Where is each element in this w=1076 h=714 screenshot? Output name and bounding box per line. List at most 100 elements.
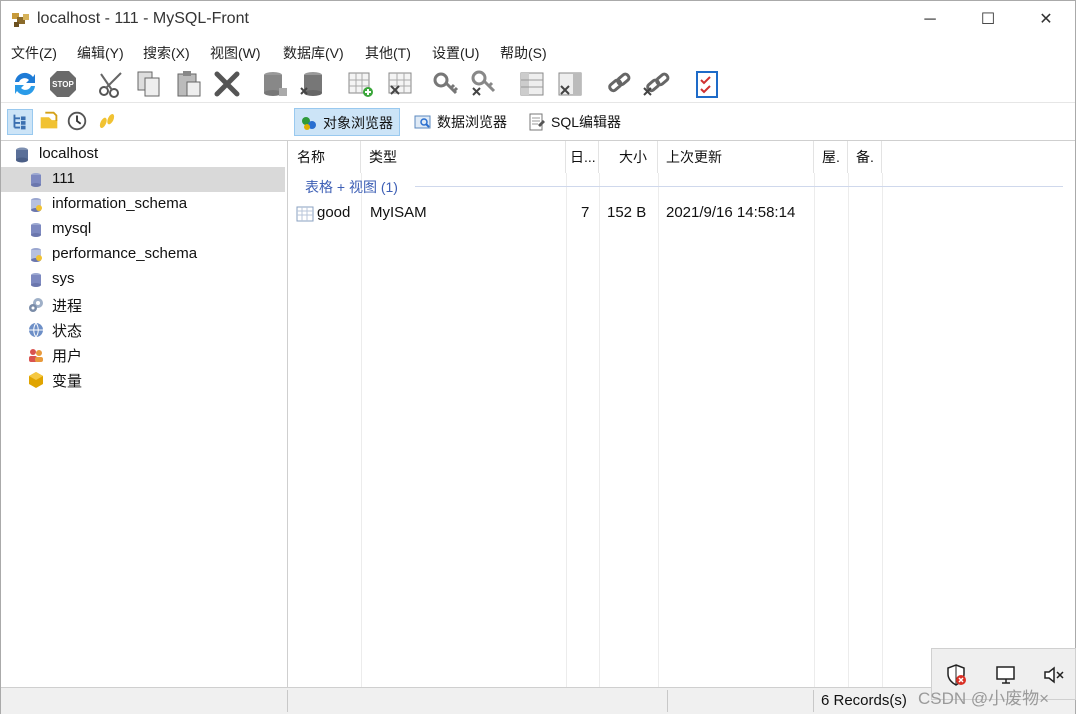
server-icon (16, 147, 28, 163)
menu-search[interactable]: 搜索(X) (143, 43, 190, 63)
column-divider (566, 173, 567, 687)
favorites-icon[interactable] (37, 109, 63, 135)
tree-view-toggle-icon[interactable] (7, 109, 33, 135)
csdn-watermark: CSDN @小废物× (918, 689, 1050, 708)
tree-item-processes[interactable]: 进程 (1, 292, 285, 317)
menu-help[interactable]: 帮助(S) (500, 43, 547, 63)
tree-item-111[interactable]: 111 (1, 167, 285, 192)
group-header[interactable]: 表格 + 视图 (1) (305, 177, 398, 197)
menu-other[interactable]: 其他(T) (365, 43, 411, 63)
column-divider (658, 173, 659, 687)
link-drop-icon[interactable] (641, 68, 673, 100)
window-title: localhost - 111 - MySQL-Front (37, 10, 249, 27)
tab-sql-editor-label: SQL编辑器 (551, 114, 622, 130)
status-bar: 6 Records(s) (1, 687, 1075, 714)
database-icon (31, 273, 41, 287)
table-drop-icon[interactable] (385, 68, 417, 100)
table-add-icon[interactable] (345, 68, 377, 100)
cut-icon[interactable] (95, 68, 127, 100)
database-add-icon[interactable] (259, 68, 291, 100)
field-drop-icon[interactable] (555, 68, 587, 100)
cell-records: 7 (581, 204, 590, 221)
variables-icon (29, 372, 43, 388)
cell-updated: 2021/9/16 14:58:14 (666, 204, 796, 221)
key-add-icon[interactable] (431, 68, 463, 100)
object-list: 名称 类型 日... 大小 上次更新 屋. 备. 表格 + 视图 (1) goo… (289, 141, 1075, 687)
copy-icon[interactable] (133, 68, 165, 100)
records-count: 6 Records(s) (821, 692, 907, 709)
refresh-icon[interactable] (9, 68, 41, 100)
status-separator (287, 690, 288, 712)
database-tree: localhost 111 information_schema mysql p… (1, 141, 288, 687)
menu-settings[interactable]: 设置(U) (432, 43, 479, 63)
menu-file[interactable]: 文件(Z) (11, 43, 57, 63)
column-header-records[interactable]: 日... (566, 141, 599, 173)
menu-view[interactable]: 视图(W) (210, 43, 261, 63)
cell-name: good (317, 204, 351, 221)
tree-item-variables[interactable]: 变量 (1, 367, 285, 392)
database-icon (31, 223, 41, 237)
mysql-front-app-icon (12, 13, 29, 27)
column-divider (599, 173, 600, 687)
cell-size: 152 B (607, 204, 647, 221)
sql-editor-icon (529, 113, 545, 131)
tree-item-localhost[interactable]: localhost (1, 142, 285, 167)
column-header-name[interactable]: 名称 (289, 141, 361, 173)
tree-item-status[interactable]: 状态 (1, 317, 285, 342)
menu-edit[interactable]: 编辑(Y) (77, 43, 124, 63)
column-header-comment[interactable]: 备. (848, 141, 882, 173)
history-icon[interactable] (65, 109, 91, 135)
menu-database[interactable]: 数据库(V) (283, 43, 344, 63)
svg-text:STOP: STOP (52, 80, 74, 89)
delete-icon[interactable] (211, 68, 243, 100)
main-window: localhost - 111 - MySQL-Front ─ ☐ ✕ 文件(Z… (0, 0, 1076, 714)
tree-item-performance-schema[interactable]: performance_schema (1, 242, 285, 267)
column-divider (361, 173, 362, 687)
tree-item-information-schema[interactable]: information_schema (1, 192, 285, 217)
tree-item-users[interactable]: 用户 (1, 342, 285, 367)
link-add-icon[interactable] (603, 68, 635, 100)
data-browser-icon (414, 115, 431, 129)
status-separator (813, 690, 814, 712)
tree-item-label: sys (52, 270, 75, 287)
close-button[interactable]: ✕ (1017, 1, 1075, 39)
tree-item-label: 111 (52, 170, 75, 187)
column-header-size[interactable]: 大小 (599, 141, 658, 173)
tab-data-browser-label: 数据浏览器 (437, 114, 507, 130)
column-divider (814, 173, 815, 687)
tree-item-label: information_schema (52, 195, 188, 212)
database-drop-icon[interactable] (297, 68, 329, 100)
tree-item-label: 变量 (52, 373, 83, 390)
column-header-updated[interactable]: 上次更新 (658, 141, 814, 173)
tree-item-mysql[interactable]: mysql (1, 217, 285, 242)
tab-sql-editor[interactable]: SQL编辑器 (523, 108, 627, 136)
group-divider (415, 186, 1063, 187)
title-bar: localhost - 111 - MySQL-Front ─ ☐ ✕ (1, 1, 1075, 39)
processes-icon (29, 298, 43, 312)
key-drop-icon[interactable] (469, 68, 501, 100)
tree-item-label: performance_schema (52, 245, 198, 262)
tree-item-label: 用户 (52, 348, 83, 365)
table-icon (296, 206, 314, 222)
bookmarks-icon[interactable] (95, 109, 121, 135)
paste-icon[interactable] (173, 68, 205, 100)
column-header-attributes[interactable]: 屋. (814, 141, 848, 173)
column-divider (848, 173, 849, 687)
tree-item-label: 进程 (52, 298, 83, 315)
stop-icon[interactable]: STOP (47, 68, 79, 100)
cell-type: MyISAM (370, 204, 427, 221)
tree-item-sys[interactable]: sys (1, 267, 285, 292)
maximize-button[interactable]: ☐ (959, 1, 1017, 39)
field-add-icon[interactable] (517, 68, 549, 100)
tab-object-browser-label: 对象浏览器 (323, 115, 393, 131)
view-toolbar: 对象浏览器 数据浏览器 SQL编辑器 (1, 103, 1075, 141)
properties-icon[interactable] (691, 68, 723, 100)
minimize-button[interactable]: ─ (901, 1, 959, 39)
main-toolbar: STOP (1, 65, 1075, 103)
users-icon (29, 349, 43, 362)
database-icon (31, 173, 41, 187)
column-header-type[interactable]: 类型 (361, 141, 566, 173)
tab-data-browser[interactable]: 数据浏览器 (409, 108, 513, 136)
object-browser-icon (302, 117, 316, 130)
tab-object-browser[interactable]: 对象浏览器 (294, 108, 400, 136)
